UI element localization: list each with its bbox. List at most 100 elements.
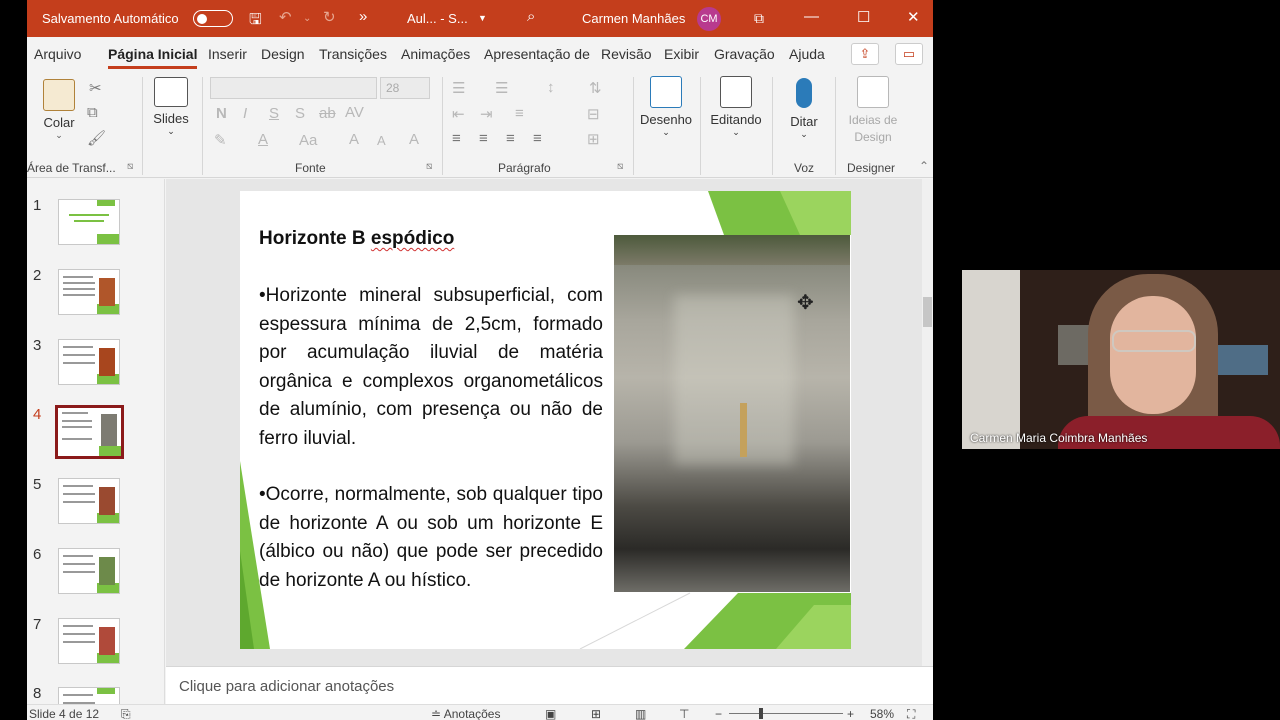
- slide-thumbnail[interactable]: [58, 478, 120, 524]
- paste-button[interactable]: Colar ⌄: [41, 79, 77, 141]
- comments-icon[interactable]: ▭: [895, 43, 923, 65]
- columns-icon[interactable]: ≡: [515, 105, 524, 122]
- tab-animacoes[interactable]: Animações: [401, 46, 470, 62]
- tab-pagina-inicial[interactable]: Página Inicial: [108, 46, 198, 69]
- tab-inserir[interactable]: Inserir: [208, 46, 247, 62]
- search-icon[interactable]: ⌕: [527, 8, 535, 25]
- font-size-combo[interactable]: 28: [380, 77, 430, 99]
- align-left-icon[interactable]: ≡: [452, 130, 461, 147]
- bold-icon[interactable]: N: [216, 105, 227, 122]
- notes-button[interactable]: ≐ Anotações: [431, 707, 500, 720]
- text-direction-icon[interactable]: ⇅: [589, 79, 602, 97]
- decrease-font-icon[interactable]: A: [377, 133, 386, 148]
- slide-thumbnail[interactable]: [58, 339, 120, 385]
- scrollbar-thumb[interactable]: [923, 297, 932, 327]
- status-bar: Slide 4 de 12 ⎘ ≐ Anotações ▣ ⊞ ▥ ⊤ − + …: [27, 704, 933, 720]
- reading-view-icon[interactable]: ▥: [635, 707, 646, 720]
- slide-counter: Slide 4 de 12: [29, 707, 100, 720]
- autosave-toggle[interactable]: [193, 10, 233, 27]
- drawing-button[interactable]: Desenho ⌄: [640, 76, 692, 138]
- align-center-icon[interactable]: ≡: [479, 130, 488, 147]
- character-spacing-icon[interactable]: AV: [345, 104, 364, 121]
- slide-thumbnail[interactable]: [58, 548, 120, 594]
- slide-thumbnail-selected[interactable]: [55, 405, 124, 459]
- collapse-ribbon-icon[interactable]: ⌃: [919, 159, 929, 173]
- decrease-indent-icon[interactable]: ⇤: [452, 105, 465, 123]
- user-name[interactable]: Carmen Manhães: [582, 11, 685, 26]
- separator: [442, 77, 443, 175]
- slide-thumbnail[interactable]: [58, 199, 120, 245]
- font-color-icon[interactable]: A: [258, 131, 268, 148]
- underline-icon[interactable]: S: [269, 105, 279, 122]
- normal-view-icon[interactable]: ▣: [545, 707, 556, 720]
- strikethrough-icon[interactable]: ab: [319, 105, 336, 122]
- save-icon[interactable]: 🖫: [249, 9, 262, 34]
- zoom-slider-knob[interactable]: [759, 708, 763, 719]
- tab-ajuda[interactable]: Ajuda: [789, 46, 825, 62]
- close-icon[interactable]: ✕: [907, 8, 920, 26]
- tab-apresentacao[interactable]: Apresentação de: [484, 46, 592, 62]
- align-right-icon[interactable]: ≡: [506, 130, 515, 147]
- zoom-slider[interactable]: [729, 713, 843, 714]
- undo-icon[interactable]: ↶: [279, 8, 292, 26]
- slide-sorter-icon[interactable]: ⊞: [591, 707, 601, 720]
- design-ideas-button[interactable]: Ideias de Design: [843, 76, 903, 146]
- editing-button[interactable]: Editando ⌄: [707, 76, 765, 138]
- tab-exibir[interactable]: Exibir: [664, 46, 699, 62]
- font-name-combo[interactable]: [210, 77, 377, 99]
- tab-transicoes[interactable]: Transições: [319, 46, 387, 62]
- user-avatar[interactable]: CM: [697, 7, 721, 31]
- align-text-icon[interactable]: ⊟: [587, 105, 600, 123]
- clipboard-launcher-icon[interactable]: ⧅: [127, 161, 133, 172]
- document-name[interactable]: Aul... - S...: [407, 11, 468, 26]
- paragraph-launcher-icon[interactable]: ⧅: [617, 161, 623, 172]
- slide-thumbnail[interactable]: [58, 687, 120, 704]
- change-case-icon[interactable]: Aa: [299, 132, 317, 149]
- tab-gravacao[interactable]: Gravação: [714, 46, 775, 62]
- copy-icon[interactable]: ⧉: [87, 104, 98, 121]
- fit-to-window-icon[interactable]: ⛶: [907, 707, 915, 720]
- slide-paragraph-1[interactable]: •Horizonte mineral subsuperficial, com e…: [259, 282, 603, 454]
- slide-paragraph-2[interactable]: •Ocorre, normalmente, sob qualquer tipo …: [259, 481, 603, 595]
- slide-thumbnail[interactable]: [58, 618, 120, 664]
- vertical-scrollbar[interactable]: [922, 179, 933, 666]
- notes-pane[interactable]: Clique para adicionar anotações: [166, 666, 933, 704]
- zoom-out-icon[interactable]: −: [715, 707, 722, 720]
- move-cursor-icon: ✥: [797, 292, 814, 314]
- clear-formatting-icon[interactable]: A: [409, 131, 419, 148]
- accessibility-icon[interactable]: ⎘: [121, 707, 131, 720]
- smartart-icon[interactable]: ⊞: [587, 130, 600, 148]
- doc-dropdown-icon[interactable]: ▼: [478, 13, 487, 23]
- shadow-icon[interactable]: S: [295, 105, 305, 122]
- numbering-icon[interactable]: ☰: [495, 79, 508, 97]
- soil-profile-photo[interactable]: [614, 235, 850, 592]
- undo-dropdown-icon[interactable]: ⌄: [303, 13, 311, 24]
- slideshow-icon[interactable]: ⊤: [679, 707, 689, 720]
- ribbon-display-icon[interactable]: ⧉: [754, 10, 764, 27]
- italic-icon[interactable]: I: [243, 105, 247, 122]
- current-slide[interactable]: Horizonte B espódico •Horizonte mineral …: [240, 191, 851, 649]
- bullets-icon[interactable]: ☰: [452, 79, 465, 97]
- cut-icon[interactable]: ✂: [89, 79, 102, 97]
- font-launcher-icon[interactable]: ⧅: [426, 161, 432, 172]
- tab-arquivo[interactable]: Arquivo: [34, 46, 81, 62]
- slides-button[interactable]: Slides ⌄: [151, 77, 191, 137]
- line-spacing-icon[interactable]: ↕: [547, 79, 555, 96]
- more-commands-icon[interactable]: »: [359, 8, 367, 25]
- zoom-in-icon[interactable]: +: [847, 707, 854, 720]
- tab-design[interactable]: Design: [261, 46, 305, 62]
- minimize-icon[interactable]: —: [804, 8, 819, 25]
- share-icon[interactable]: ⇪: [851, 43, 879, 65]
- tab-revisao[interactable]: Revisão: [601, 46, 652, 62]
- increase-font-icon[interactable]: A: [349, 131, 359, 148]
- justify-icon[interactable]: ≡: [533, 130, 542, 147]
- slide-thumbnail[interactable]: [58, 269, 120, 315]
- increase-indent-icon[interactable]: ⇥: [480, 105, 493, 123]
- maximize-icon[interactable]: ☐: [857, 8, 870, 26]
- format-painter-icon[interactable]: 🖌: [87, 129, 106, 147]
- highlight-icon[interactable]: ✎: [214, 131, 227, 149]
- dictate-button[interactable]: Ditar ⌄: [782, 78, 826, 140]
- slide-title[interactable]: Horizonte B espódico: [259, 228, 454, 250]
- zoom-level[interactable]: 58%: [870, 707, 894, 720]
- redo-icon[interactable]: ↻: [323, 8, 336, 26]
